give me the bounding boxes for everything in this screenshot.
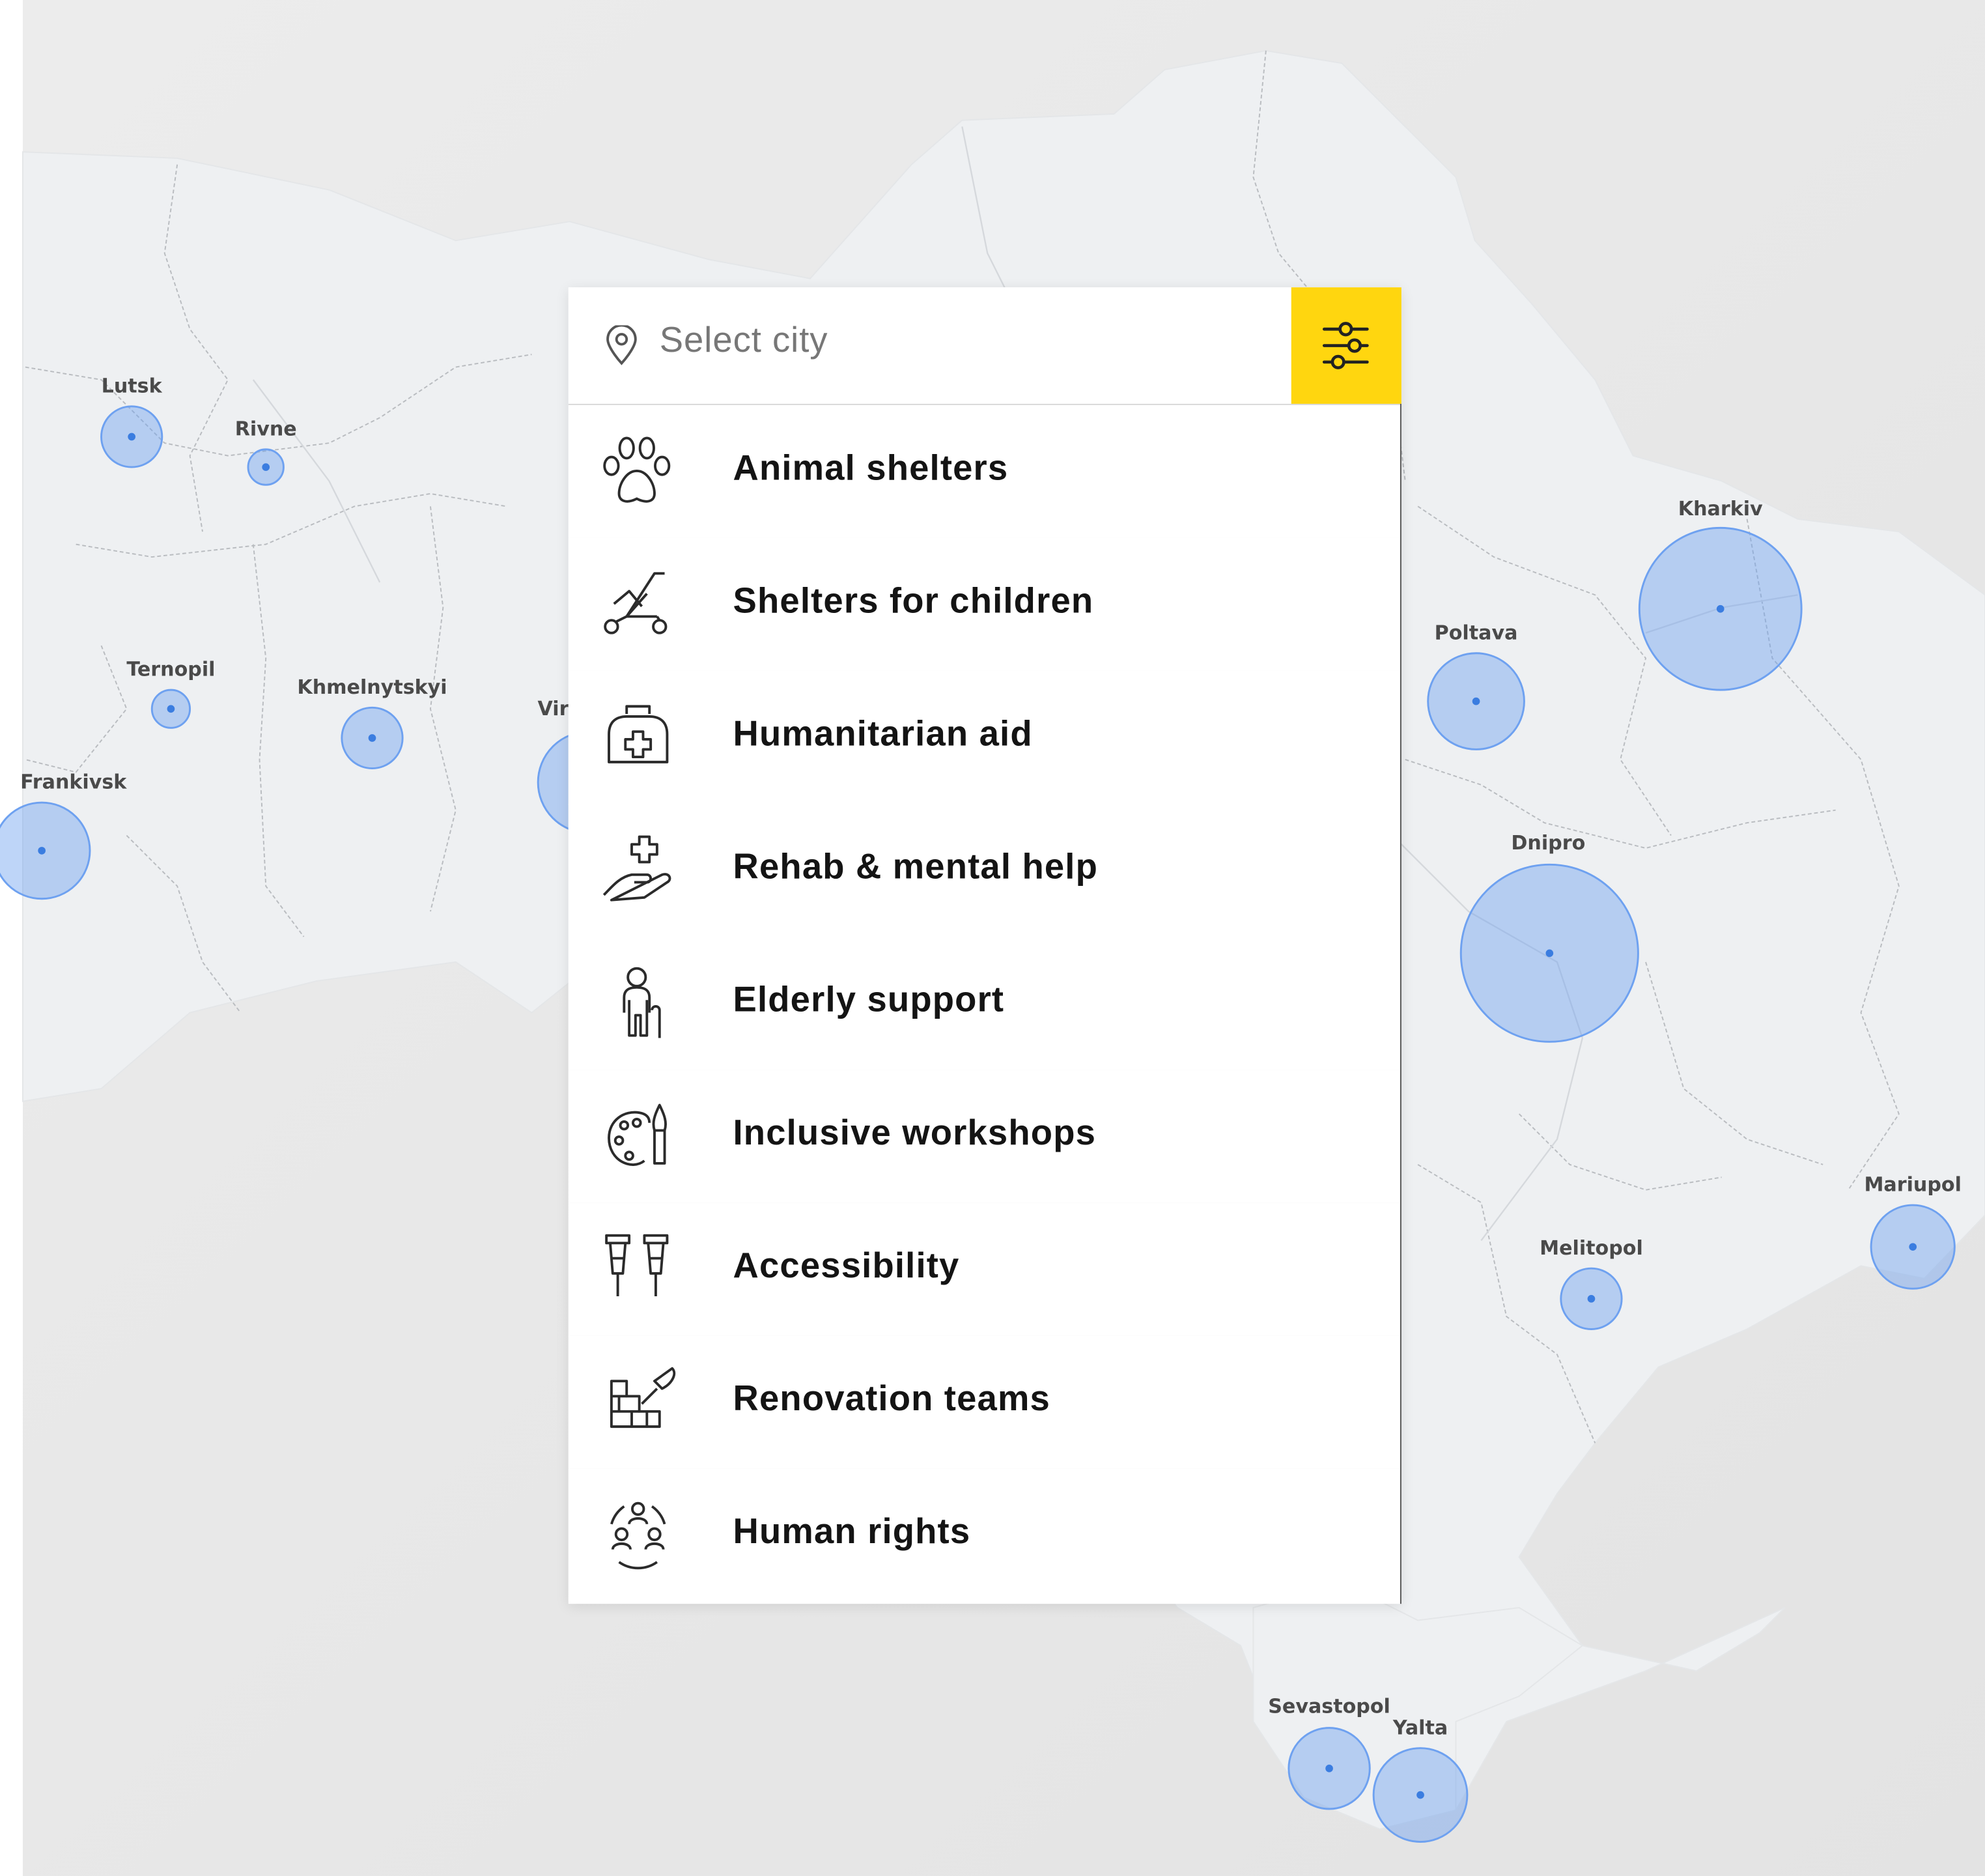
city-marker-dot [1587, 1295, 1596, 1303]
city-label: Khmelnytskyi [297, 676, 447, 699]
city-marker-lutsk[interactable]: Lutsk [100, 375, 163, 468]
category-human-rights[interactable]: Human rights [568, 1468, 1401, 1602]
city-marker-poltava[interactable]: Poltava [1427, 621, 1525, 750]
city-marker-dot [1909, 1243, 1917, 1251]
city-marker-dot [128, 433, 135, 441]
category-label: Shelters for children [733, 580, 1094, 621]
city-marker-dot [1325, 1764, 1333, 1772]
people-circle-icon [610, 1501, 666, 1570]
category-dropdown: Select city Animal shelters Shelters for… [568, 287, 1401, 1604]
panel-divider [1400, 403, 1401, 1604]
category-label: Humanitarian aid [733, 714, 1033, 754]
city-label: Yalta [1392, 1716, 1448, 1739]
first-aid-kit-icon [608, 705, 669, 763]
category-label: Renovation teams [733, 1378, 1050, 1418]
city-label: Kharkiv [1678, 498, 1763, 520]
category-rehab-mental-help[interactable]: Rehab & mental help [568, 804, 1401, 939]
city-label: Sevastopol [1268, 1695, 1390, 1718]
category-label: Animal shelters [733, 448, 1009, 488]
city-marker-dot [368, 734, 376, 742]
category-label: Human rights [733, 1511, 971, 1551]
city-marker-dot [167, 705, 175, 713]
palette-brush-icon [608, 1103, 667, 1166]
category-label: Rehab & mental help [733, 847, 1099, 887]
city-label: Melitopol [1540, 1237, 1643, 1260]
elderly-person-icon [623, 967, 661, 1038]
filter-button[interactable] [1291, 287, 1401, 404]
hand-with-cross-icon [602, 835, 671, 902]
city-marker-dot [1545, 949, 1554, 958]
city-label: Poltava [1435, 621, 1518, 644]
category-label: Inclusive workshops [733, 1113, 1097, 1152]
city-marker-dot [38, 847, 46, 855]
category-humanitarian-aid[interactable]: Humanitarian aid [568, 670, 1401, 805]
stroller-icon [604, 572, 668, 634]
city-label: Frankivsk [20, 771, 127, 794]
search-input[interactable]: Select city [660, 320, 828, 361]
paw-icon [603, 436, 671, 503]
city-marker-dot [1472, 697, 1480, 705]
category-inclusive-workshops[interactable]: Inclusive workshops [568, 1070, 1401, 1204]
category-elderly-support[interactable]: Elderly support [568, 937, 1401, 1072]
city-label: Dnipro [1511, 832, 1585, 855]
city-label: Rivne [235, 418, 297, 441]
crutches-icon [605, 1234, 669, 1296]
city-marker-dot [1416, 1791, 1424, 1799]
sliders-icon [1322, 322, 1369, 369]
category-label: Accessibility [733, 1245, 960, 1285]
city-label: Ternopil [126, 659, 215, 681]
category-renovation-teams[interactable]: Renovation teams [568, 1335, 1401, 1470]
city-label: Lutsk [102, 375, 163, 397]
city-marker-mariupol[interactable]: Mariupol [1864, 1174, 1962, 1290]
search-bar: Select city [568, 287, 1401, 405]
category-animal-shelters[interactable]: Animal shelters [568, 405, 1401, 539]
category-accessibility[interactable]: Accessibility [568, 1202, 1401, 1337]
category-shelters-for-children[interactable]: Shelters for children [568, 537, 1401, 672]
city-label: Mariupol [1864, 1174, 1961, 1197]
city-marker-dot [1716, 604, 1725, 613]
city-search-field[interactable]: Select city [569, 287, 1291, 404]
category-label: Elderly support [733, 980, 1005, 1019]
bricks-trowel-icon [610, 1367, 676, 1428]
location-pin-icon [606, 325, 637, 365]
city-label: Vir [537, 698, 569, 720]
city-marker-dot [262, 463, 270, 471]
